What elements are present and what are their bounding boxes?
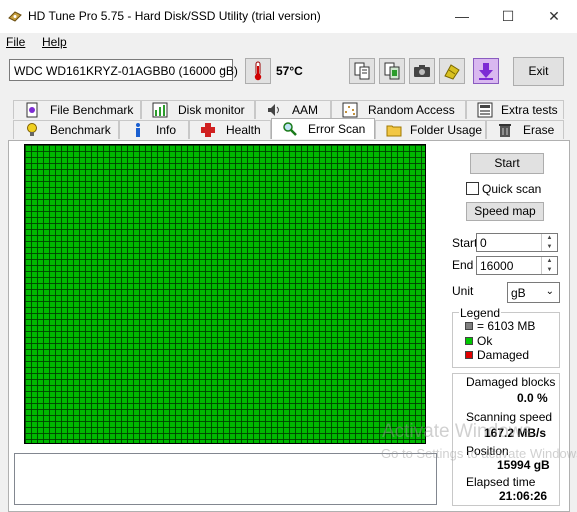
tab-benchmark[interactable]: Benchmark [13, 120, 119, 139]
save-button[interactable] [473, 58, 499, 84]
spin-down-icon[interactable]: ▼ [542, 243, 557, 251]
legend-block-size: = 6103 MB [477, 319, 536, 333]
random-access-icon [342, 102, 358, 118]
end-spin-arrows[interactable]: ▲ ▼ [541, 257, 557, 274]
end-value: 16000 [480, 259, 514, 273]
hdtune-app-icon [8, 11, 22, 22]
disk-monitor-icon [152, 102, 168, 118]
chevron-down-icon: ⌄ [218, 62, 227, 73]
tab-info-label: Info [156, 123, 177, 137]
tab-random-access[interactable]: Random Access [331, 100, 466, 119]
window-title: HD Tune Pro 5.75 - Hard Disk/SSD Utility… [28, 9, 321, 23]
start-label: Start [452, 236, 478, 250]
tab-disk-monitor-label: Disk monitor [178, 103, 245, 117]
tab-erase-label: Erase [523, 123, 555, 137]
options-button[interactable] [439, 58, 465, 84]
screenshot-button[interactable] [409, 58, 435, 84]
activation-watermark-title: Activate Windows [382, 421, 532, 442]
unit-value: gB [511, 286, 526, 300]
end-label: End [452, 258, 474, 272]
menu-file[interactable]: File [6, 35, 25, 49]
scan-block-grid [24, 144, 426, 444]
start-value: 0 [480, 236, 487, 250]
camera-icon [414, 65, 430, 77]
copy-text-button[interactable] [349, 58, 375, 84]
legend-damaged-swatch [465, 351, 473, 359]
thermometer-icon [254, 61, 262, 81]
end-spinbox[interactable]: 16000 ▲ ▼ [476, 256, 558, 275]
activation-watermark-subtitle: Go to Settings to activate Windows. [381, 446, 577, 461]
spin-down-icon[interactable]: ▼ [542, 266, 557, 274]
elapsed-time-label: Elapsed time [466, 475, 536, 489]
quick-scan-label: Quick scan [482, 182, 542, 196]
close-button[interactable]: ✕ [531, 0, 577, 33]
quick-scan-checkbox[interactable] [466, 182, 479, 195]
folder-icon [386, 125, 402, 137]
tab-aam-label: AAM [292, 103, 319, 117]
tab-random-access-label: Random Access [368, 103, 455, 117]
legend-block-swatch [465, 322, 473, 330]
magnifier-icon [283, 122, 297, 136]
tab-info[interactable]: Info [119, 120, 189, 139]
tab-extra-tests-label: Extra tests [501, 103, 558, 117]
tab-health[interactable]: Health [189, 120, 271, 139]
tab-folder-usage-label: Folder Usage [410, 123, 483, 137]
tab-folder-usage[interactable]: Folder Usage [375, 120, 486, 139]
scan-log-box[interactable] [14, 453, 437, 505]
speaker-icon [268, 104, 279, 116]
speed-map-button[interactable]: Speed map [466, 202, 544, 221]
tab-file-benchmark[interactable]: File Benchmark [13, 100, 141, 119]
legend-title: Legend [459, 306, 502, 320]
start-scan-button[interactable]: Start [470, 153, 544, 174]
spin-up-icon[interactable]: ▲ [542, 234, 557, 242]
extra-tests-icon [477, 102, 493, 118]
start-spinbox[interactable]: 0 ▲ ▼ [476, 233, 558, 252]
copy-text-icon [354, 62, 370, 80]
start-spin-arrows[interactable]: ▲ ▼ [541, 234, 557, 251]
temperature-button[interactable] [245, 58, 271, 84]
file-benchmark-icon [26, 102, 38, 118]
unit-select[interactable]: gB ⌄ [507, 282, 560, 303]
download-arrow-icon [479, 63, 493, 80]
chevron-down-icon: ⌄ [545, 286, 554, 297]
trash-icon [499, 124, 511, 137]
lightbulb-icon [27, 123, 37, 136]
temperature-readout: 57°C [276, 64, 303, 78]
tab-erase[interactable]: Erase [486, 120, 564, 139]
drive-select[interactable]: WDC WD161KRYZ-01AGBB0 (16000 gB) ⌄ [9, 59, 238, 81]
exit-button[interactable]: Exit [513, 57, 564, 86]
menu-help-label: Help [42, 35, 67, 49]
drive-select-value: WDC WD161KRYZ-01AGBB0 (16000 gB) [14, 64, 238, 78]
tab-health-label: Health [226, 123, 261, 137]
legend-ok-swatch [465, 337, 473, 345]
menu-file-label: File [6, 35, 26, 49]
damaged-blocks-label: Damaged blocks [466, 375, 556, 389]
elapsed-time-value: 21:06:26 [499, 489, 548, 503]
tab-extra-tests[interactable]: Extra tests [466, 100, 564, 119]
info-icon [136, 123, 140, 137]
tab-file-benchmark-label: File Benchmark [50, 103, 134, 117]
minimize-button[interactable]: — [439, 0, 485, 33]
menu-help[interactable]: Help [42, 35, 67, 49]
legend-ok-label: Ok [477, 334, 493, 348]
tab-error-scan-label: Error Scan [308, 122, 366, 136]
maximize-button[interactable]: ☐ [485, 0, 531, 33]
spin-up-icon[interactable]: ▲ [542, 257, 557, 265]
options-icon [444, 64, 460, 80]
unit-label: Unit [452, 284, 474, 298]
damaged-blocks-value: 0.0 % [517, 391, 548, 405]
tab-error-scan[interactable]: Error Scan [271, 118, 375, 139]
health-cross-icon [201, 123, 215, 137]
menu-bar [0, 33, 577, 52]
legend-damaged-label: Damaged [477, 348, 530, 362]
tab-benchmark-label: Benchmark [50, 123, 111, 137]
copy-info-button[interactable] [379, 58, 405, 84]
tab-aam[interactable]: AAM [255, 100, 331, 119]
copy-info-icon [384, 62, 400, 80]
tab-disk-monitor[interactable]: Disk monitor [141, 100, 255, 119]
